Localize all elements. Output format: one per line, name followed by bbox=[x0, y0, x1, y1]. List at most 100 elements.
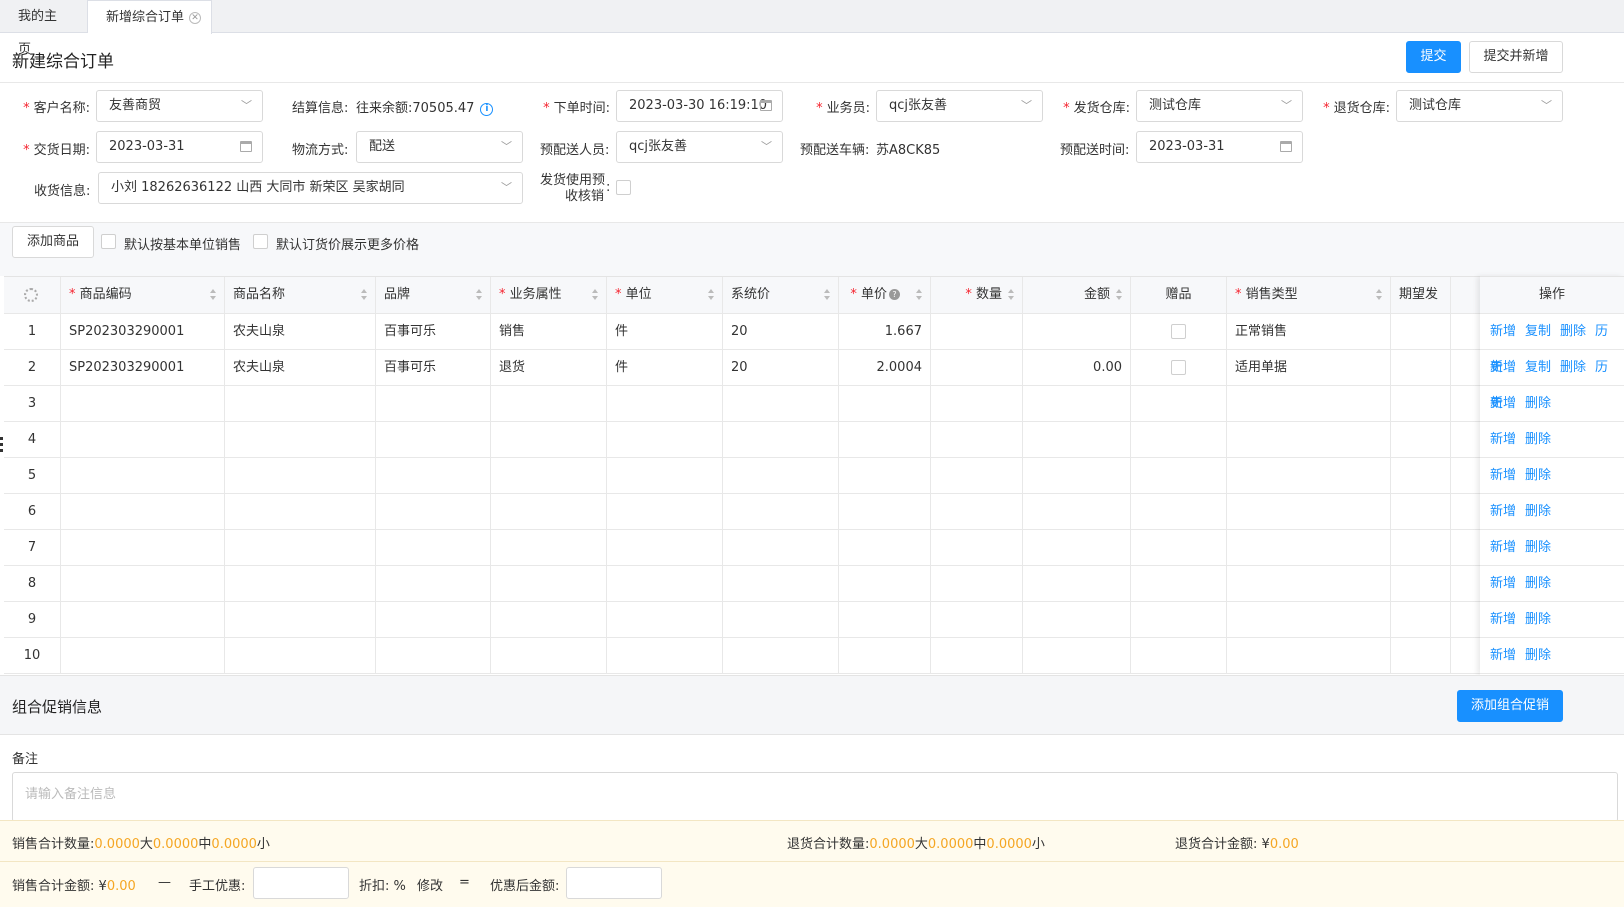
gear-icon[interactable] bbox=[24, 288, 38, 302]
cell-business[interactable] bbox=[491, 530, 607, 565]
row-add-link[interactable]: 新增 bbox=[1490, 324, 1516, 339]
cell-sys-price[interactable] bbox=[723, 494, 839, 529]
row-add-link[interactable]: 新增 bbox=[1490, 540, 1516, 555]
cell-price[interactable] bbox=[839, 602, 931, 637]
cell-qty[interactable] bbox=[931, 494, 1023, 529]
cell-name[interactable] bbox=[225, 458, 376, 493]
cell-amount[interactable] bbox=[1023, 530, 1131, 565]
row-add-link[interactable]: 新增 bbox=[1490, 360, 1516, 375]
gift-checkbox[interactable] bbox=[1171, 324, 1186, 339]
cell-brand[interactable]: 百事可乐 bbox=[376, 314, 491, 349]
row-delete-link[interactable]: 删除 bbox=[1525, 468, 1551, 483]
row-delete-link[interactable]: 删除 bbox=[1525, 540, 1551, 555]
header-unit[interactable]: * 单位 bbox=[607, 277, 723, 313]
cell-price[interactable] bbox=[839, 422, 931, 457]
sort-icon[interactable] bbox=[1376, 289, 1383, 302]
cell-amount[interactable] bbox=[1023, 458, 1131, 493]
cell-unit[interactable] bbox=[607, 458, 723, 493]
delivery-date-picker[interactable]: 2023-03-31 bbox=[96, 131, 263, 163]
cell-business[interactable] bbox=[491, 386, 607, 421]
cell-amount[interactable] bbox=[1023, 566, 1131, 601]
cell-price[interactable] bbox=[839, 386, 931, 421]
cell-sys-price[interactable]: 20 bbox=[723, 350, 839, 385]
cell-name[interactable]: 农夫山泉 bbox=[225, 350, 376, 385]
cell-code[interactable] bbox=[61, 422, 225, 457]
cell-expect[interactable] bbox=[1391, 638, 1451, 673]
cell-expect[interactable] bbox=[1391, 602, 1451, 637]
cell-name[interactable]: 农夫山泉 bbox=[225, 314, 376, 349]
header-brand[interactable]: 品牌 bbox=[376, 277, 491, 313]
cell-sys-price[interactable] bbox=[723, 602, 839, 637]
cell-expect[interactable] bbox=[1391, 350, 1451, 385]
header-qty[interactable]: * 数量 bbox=[931, 277, 1023, 313]
cell-unit[interactable] bbox=[607, 530, 723, 565]
cell-sale-type[interactable] bbox=[1227, 566, 1391, 601]
row-delete-link[interactable]: 删除 bbox=[1525, 648, 1551, 663]
cell-code[interactable] bbox=[61, 638, 225, 673]
cell-name[interactable] bbox=[225, 494, 376, 529]
more-price-checkbox[interactable] bbox=[253, 234, 268, 249]
cell-price[interactable] bbox=[839, 638, 931, 673]
cell-code[interactable]: SP202303290001 bbox=[61, 350, 225, 385]
cell-sale-type[interactable] bbox=[1227, 458, 1391, 493]
cell-sys-price[interactable] bbox=[723, 638, 839, 673]
delivery-time-picker[interactable]: 2023-03-31 bbox=[1136, 131, 1303, 163]
cell-unit[interactable] bbox=[607, 386, 723, 421]
cell-code[interactable] bbox=[61, 458, 225, 493]
salesperson-select[interactable]: qcj张友善 ﹀ bbox=[876, 90, 1043, 122]
row-add-link[interactable]: 新增 bbox=[1490, 648, 1516, 663]
cell-expect[interactable] bbox=[1391, 422, 1451, 457]
header-sys-price[interactable]: 系统价 bbox=[723, 277, 839, 313]
sort-icon[interactable] bbox=[1116, 289, 1123, 302]
cell-unit[interactable] bbox=[607, 422, 723, 457]
cell-brand[interactable] bbox=[376, 638, 491, 673]
cell-expect[interactable] bbox=[1391, 494, 1451, 529]
info-icon[interactable]: i bbox=[480, 103, 494, 116]
cell-sys-price[interactable] bbox=[723, 458, 839, 493]
cell-name[interactable] bbox=[225, 566, 376, 601]
sort-icon[interactable] bbox=[361, 289, 368, 302]
manual-discount-input[interactable] bbox=[253, 867, 349, 899]
header-price[interactable]: * 单价? bbox=[839, 277, 931, 313]
drag-handle-icon[interactable] bbox=[0, 437, 3, 453]
cell-brand[interactable]: 百事可乐 bbox=[376, 350, 491, 385]
cell-business[interactable]: 退货 bbox=[491, 350, 607, 385]
receive-info-select[interactable]: 小刘 18262636122 山西 大同市 新荣区 吴家胡同 ﹀ bbox=[98, 172, 523, 204]
tab-home[interactable]: 我的主页 bbox=[0, 0, 88, 57]
row-delete-link[interactable]: 删除 bbox=[1560, 324, 1586, 339]
cell-qty[interactable] bbox=[931, 638, 1023, 673]
cell-qty[interactable] bbox=[931, 458, 1023, 493]
cell-sys-price[interactable] bbox=[723, 530, 839, 565]
row-add-link[interactable]: 新增 bbox=[1490, 612, 1516, 627]
cell-sys-price[interactable] bbox=[723, 386, 839, 421]
row-delete-link[interactable]: 删除 bbox=[1525, 396, 1551, 411]
cell-brand[interactable] bbox=[376, 422, 491, 457]
base-unit-checkbox[interactable] bbox=[101, 234, 116, 249]
cell-business[interactable] bbox=[491, 422, 607, 457]
logistics-select[interactable]: 配送 ﹀ bbox=[356, 131, 523, 163]
cell-unit[interactable] bbox=[607, 638, 723, 673]
row-delete-link[interactable]: 删除 bbox=[1560, 360, 1586, 375]
cell-expect[interactable] bbox=[1391, 566, 1451, 601]
sort-icon[interactable] bbox=[1008, 289, 1015, 302]
cell-brand[interactable] bbox=[376, 530, 491, 565]
cell-sale-type[interactable] bbox=[1227, 530, 1391, 565]
cell-business[interactable] bbox=[491, 494, 607, 529]
cell-sys-price[interactable] bbox=[723, 566, 839, 601]
cell-qty[interactable] bbox=[931, 350, 1023, 385]
sort-icon[interactable] bbox=[476, 289, 483, 302]
header-name[interactable]: 商品名称 bbox=[225, 277, 376, 313]
cell-sys-price[interactable] bbox=[723, 422, 839, 457]
prepay-checkbox[interactable] bbox=[616, 180, 631, 195]
cell-business[interactable]: 销售 bbox=[491, 314, 607, 349]
cell-code[interactable] bbox=[61, 602, 225, 637]
row-copy-link[interactable]: 复制 bbox=[1525, 324, 1551, 339]
cell-name[interactable] bbox=[225, 602, 376, 637]
cell-brand[interactable] bbox=[376, 566, 491, 601]
sort-icon[interactable] bbox=[592, 289, 599, 302]
modify-discount-link[interactable]: 修改 bbox=[417, 875, 443, 894]
row-delete-link[interactable]: 删除 bbox=[1525, 612, 1551, 627]
row-add-link[interactable]: 新增 bbox=[1490, 396, 1516, 411]
cell-price[interactable]: 2.0004 bbox=[839, 350, 931, 385]
cell-sys-price[interactable]: 20 bbox=[723, 314, 839, 349]
